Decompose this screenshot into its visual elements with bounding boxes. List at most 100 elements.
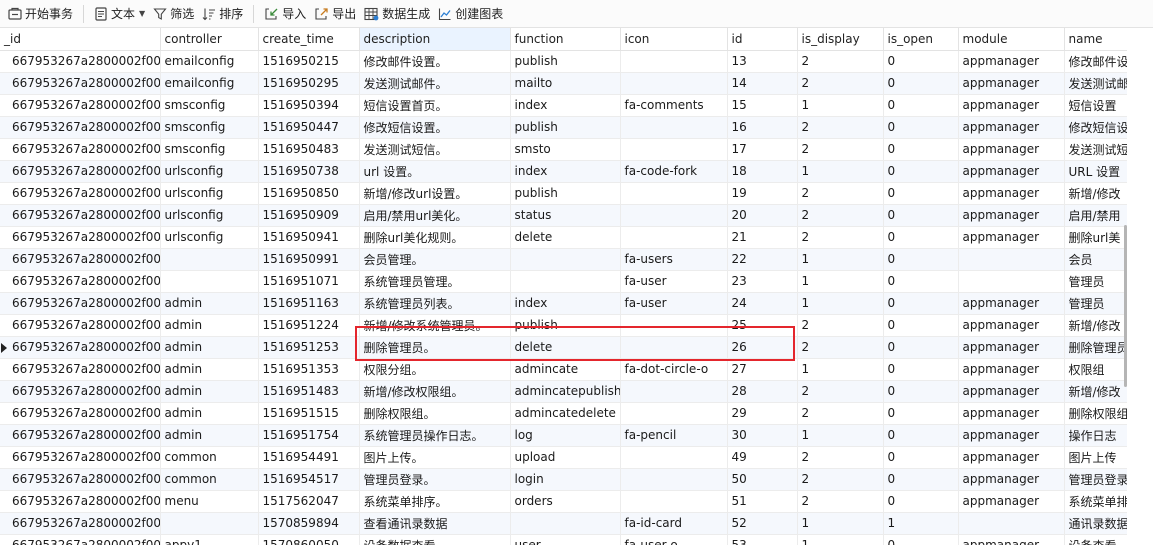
cell-id[interactable]: 667953267a2800002f006f [0, 424, 161, 447]
cell-id[interactable]: 667953267a2800002f006f [0, 138, 161, 161]
cell-is-display[interactable]: 2 [797, 380, 884, 403]
cell-name[interactable]: 启用/禁用 [1064, 204, 1127, 227]
cell-name[interactable]: 权限组 [1064, 358, 1127, 381]
cell-id[interactable]: 667953267a2800002f006f [0, 446, 161, 469]
table-row[interactable]: 667953267a2800002f006f urlsconfig 15169508… [0, 182, 1127, 205]
cell-description[interactable]: 图片上传。 [359, 446, 511, 469]
cell-module[interactable]: appmanager [958, 380, 1065, 403]
table-row[interactable]: 667953267a2800002f006f 1516950991 会员管理。 fa-… [0, 248, 1127, 271]
cell-is-display[interactable]: 2 [797, 490, 884, 513]
cell-name[interactable]: 新增/修改 [1064, 380, 1127, 403]
cell-description[interactable]: 管理员登录。 [359, 468, 511, 491]
cell-module[interactable] [958, 248, 1065, 271]
cell-create-time[interactable]: 1516954491 [258, 446, 360, 469]
cell-id[interactable]: 30 [727, 424, 798, 447]
cell-id[interactable]: 667953267a2800002f006f [0, 358, 161, 381]
cell-icon[interactable]: fa-dot-circle-o [620, 358, 728, 381]
cell-controller[interactable]: admin [160, 336, 259, 359]
column-header-is-open[interactable]: is_open [883, 28, 959, 51]
cell-description[interactable]: 系统管理员列表。 [359, 292, 511, 315]
table-row[interactable]: 667953267a2800002f006f urlsconfig 15169509… [0, 204, 1127, 227]
cell-controller[interactable]: admin [160, 402, 259, 425]
cell-function[interactable]: user [510, 534, 621, 545]
cell-create-time[interactable]: 1516951353 [258, 358, 360, 381]
cell-module[interactable]: appmanager [958, 138, 1065, 161]
cell-controller[interactable]: common [160, 468, 259, 491]
cell-function[interactable]: index [510, 94, 621, 117]
cell-id[interactable]: 53 [727, 534, 798, 545]
cell-icon[interactable] [620, 468, 728, 491]
cell-id[interactable]: 24 [727, 292, 798, 315]
cell-function[interactable]: publish [510, 116, 621, 139]
cell-is-display[interactable]: 2 [797, 468, 884, 491]
cell-function[interactable]: status [510, 204, 621, 227]
table-row[interactable]: 667953267a2800002f006f menu 1517562047 系统菜单… [0, 490, 1127, 513]
table-row[interactable]: 667953267a2800002f006f admin 1516951253 删除管… [0, 336, 1127, 359]
cell-is-display[interactable]: 2 [797, 72, 884, 95]
cell-icon[interactable] [620, 336, 728, 359]
cell-is-open[interactable]: 0 [883, 380, 959, 403]
column-header-function[interactable]: function [510, 28, 621, 51]
cell-controller[interactable]: admin [160, 380, 259, 403]
cell-module[interactable]: appmanager [958, 204, 1065, 227]
cell-is-open[interactable]: 0 [883, 72, 959, 95]
cell-name[interactable]: 系统菜单排序 [1064, 490, 1127, 513]
cell-create-time[interactable]: 1516951071 [258, 270, 360, 293]
table-row[interactable]: 667953267a2800002f006f emailconfig 1516950… [0, 72, 1127, 95]
cell-create-time[interactable]: 1516951754 [258, 424, 360, 447]
cell-is-display[interactable]: 1 [797, 248, 884, 271]
cell-is-display[interactable]: 1 [797, 534, 884, 545]
sort-button[interactable]: 排序 [198, 2, 247, 26]
table-row[interactable]: 667953267a2800002f006f urlsconfig 15169507… [0, 160, 1127, 183]
cell-name[interactable]: 删除管理员 [1064, 336, 1127, 359]
cell-id[interactable]: 667953267a2800002f006f [0, 226, 161, 249]
cell-module[interactable]: appmanager [958, 160, 1065, 183]
cell-is-open[interactable]: 0 [883, 138, 959, 161]
cell-id[interactable]: 667953267a2800002f006f [0, 534, 161, 545]
cell-module[interactable]: appmanager [958, 116, 1065, 139]
cell-description[interactable]: 删除管理员。 [359, 336, 511, 359]
cell-id[interactable]: 667953267a2800002f006f [0, 50, 161, 73]
cell-icon[interactable]: fa-id-card [620, 512, 728, 535]
cell-create-time[interactable]: 1516950394 [258, 94, 360, 117]
column-header-icon[interactable]: icon [620, 28, 728, 51]
cell-create-time[interactable]: 1517562047 [258, 490, 360, 513]
cell-description[interactable]: 系统菜单排序。 [359, 490, 511, 513]
vertical-scrollbar-thumb[interactable] [1124, 225, 1127, 387]
cell-id[interactable]: 27 [727, 358, 798, 381]
cell-icon[interactable] [620, 116, 728, 139]
cell-icon[interactable]: fa-user [620, 270, 728, 293]
cell-name[interactable]: 短信设置 [1064, 94, 1127, 117]
cell-id[interactable]: 50 [727, 468, 798, 491]
cell-icon[interactable]: fa-users [620, 248, 728, 271]
cell-module[interactable]: appmanager [958, 292, 1065, 315]
cell-function[interactable]: smsto [510, 138, 621, 161]
vertical-scrollbar-track[interactable] [1127, 28, 1153, 545]
cell-id[interactable]: 28 [727, 380, 798, 403]
cell-controller[interactable]: smsconfig [160, 116, 259, 139]
cell-name[interactable]: 会员 [1064, 248, 1127, 271]
cell-name[interactable]: 管理员 [1064, 270, 1127, 293]
cell-function[interactable]: admincatepublish [510, 380, 621, 403]
cell-id[interactable]: 667953267a2800002f006f [0, 292, 161, 315]
cell-is-display[interactable]: 1 [797, 424, 884, 447]
cell-name[interactable]: 修改短信设置 [1064, 116, 1127, 139]
column-header-id[interactable]: id [727, 28, 798, 51]
cell-create-time[interactable]: 1516950991 [258, 248, 360, 271]
cell-icon[interactable]: fa-code-fork [620, 160, 728, 183]
cell-controller[interactable]: emailconfig [160, 72, 259, 95]
cell-id[interactable]: 17 [727, 138, 798, 161]
cell-is-open[interactable]: 0 [883, 292, 959, 315]
cell-is-display[interactable]: 1 [797, 160, 884, 183]
table-row[interactable]: 667953267a2800002f006f admin 1516951483 新增/… [0, 380, 1127, 403]
cell-is-display[interactable]: 2 [797, 116, 884, 139]
cell-description[interactable]: 删除权限组。 [359, 402, 511, 425]
cell-id[interactable]: 15 [727, 94, 798, 117]
create-chart-button[interactable]: 创建图表 [434, 2, 507, 26]
cell-module[interactable]: appmanager [958, 358, 1065, 381]
cell-is-open[interactable]: 0 [883, 358, 959, 381]
cell-controller[interactable]: appv1 [160, 534, 259, 545]
column-header-description[interactable]: description [359, 28, 511, 51]
import-button[interactable]: 导入 [260, 2, 310, 26]
cell-name[interactable]: 删除权限组 [1064, 402, 1127, 425]
